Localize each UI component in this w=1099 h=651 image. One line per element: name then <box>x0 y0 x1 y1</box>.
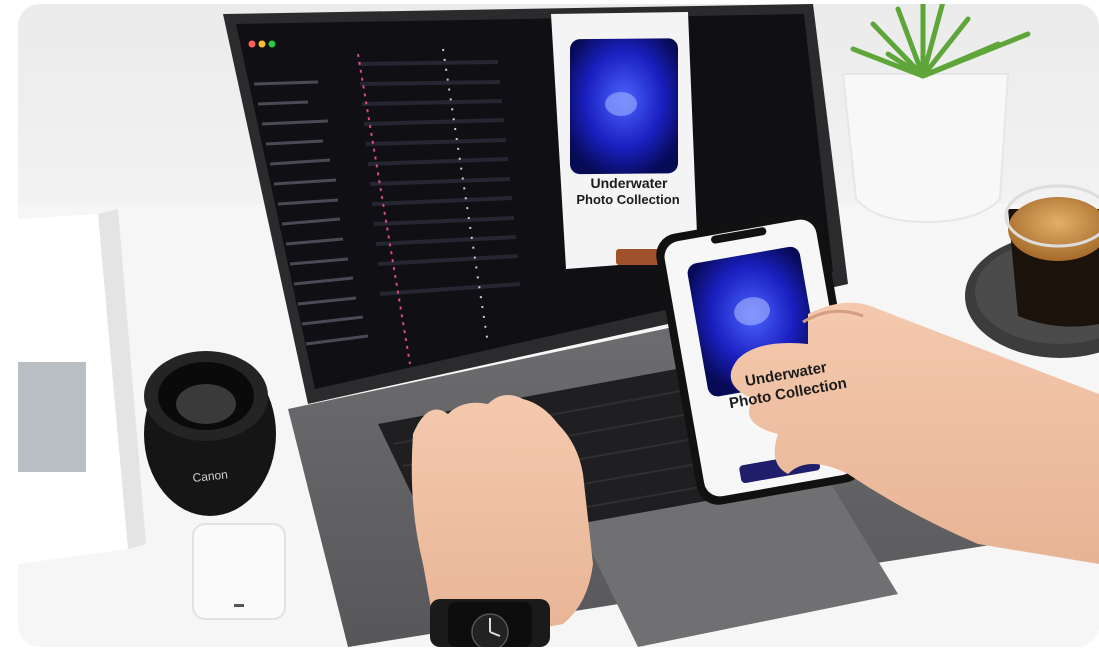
watch <box>430 599 550 647</box>
camera-lens: Canon <box>144 351 276 516</box>
photo-scene: Canon Underwater Photo Collection Underw… <box>0 0 1099 651</box>
laptop-card-title-line1: Underwater <box>590 175 668 191</box>
small-cube <box>192 523 286 620</box>
laptop-card-title-line2: Photo Collection <box>576 192 680 207</box>
scene-illustration: Canon <box>18 4 1099 647</box>
photo-frame: Canon Underwater Photo Collection Underw… <box>18 4 1099 647</box>
